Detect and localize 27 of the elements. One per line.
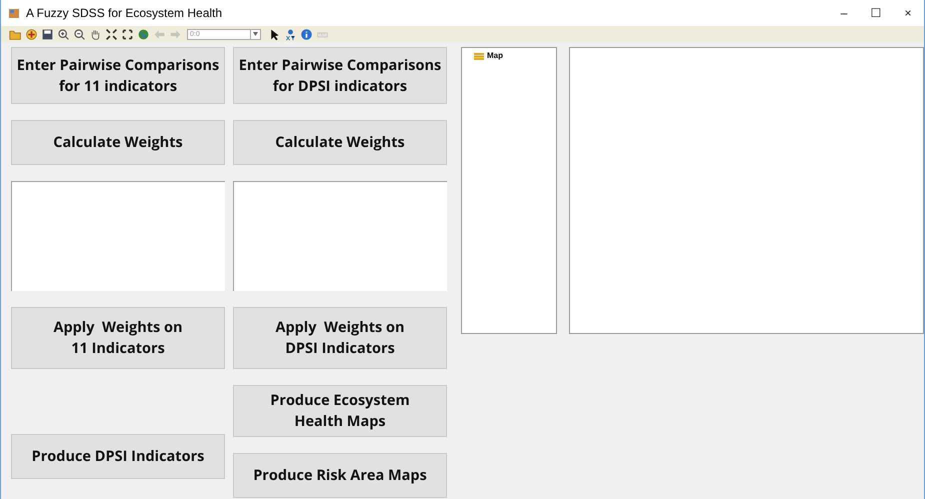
window-title: A Fuzzy SDSS for Ecosystem Health: [26, 6, 224, 20]
app-icon: [9, 8, 19, 18]
action-button[interactable]: Calculate Weights: [233, 120, 447, 165]
info-icon[interactable]: [300, 28, 313, 40]
add-icon[interactable]: [25, 28, 38, 40]
hand-icon[interactable]: [89, 28, 102, 40]
layer-item[interactable]: Map: [487, 51, 503, 60]
close-button[interactable]: ×: [892, 6, 924, 20]
zoom-out-icon[interactable]: [73, 28, 86, 40]
layers-icon: [474, 52, 484, 60]
action-button[interactable]: Enter Pairwise Comparisons for 11 indicators: [11, 47, 225, 104]
minimize-button[interactable]: –: [828, 6, 860, 20]
action-button[interactable]: Produce Risk Area Maps: [233, 453, 447, 498]
action-button[interactable]: Produce Ecosystem Health Maps: [233, 385, 447, 437]
action-button[interactable]: Enter Pairwise Comparisons for DPSI indicators: [233, 47, 447, 104]
shrink-arrows-icon[interactable]: [105, 28, 118, 40]
caret-icon: [253, 32, 258, 36]
save-icon[interactable]: [41, 28, 54, 40]
maximize-button[interactable]: ☐: [860, 6, 892, 20]
xy-icon[interactable]: [284, 28, 297, 40]
zoom-in-icon[interactable]: [57, 28, 70, 40]
action-button[interactable]: Apply Weights on DPSI Indicators: [233, 307, 447, 369]
globe-icon[interactable]: [137, 28, 150, 40]
action-button[interactable]: Calculate Weights: [11, 120, 225, 165]
action-button[interactable]: Apply Weights on 11 Indicators: [11, 307, 225, 369]
action-button[interactable]: Produce DPSI Indicators: [11, 434, 225, 479]
expand-corners-icon[interactable]: [121, 28, 134, 40]
